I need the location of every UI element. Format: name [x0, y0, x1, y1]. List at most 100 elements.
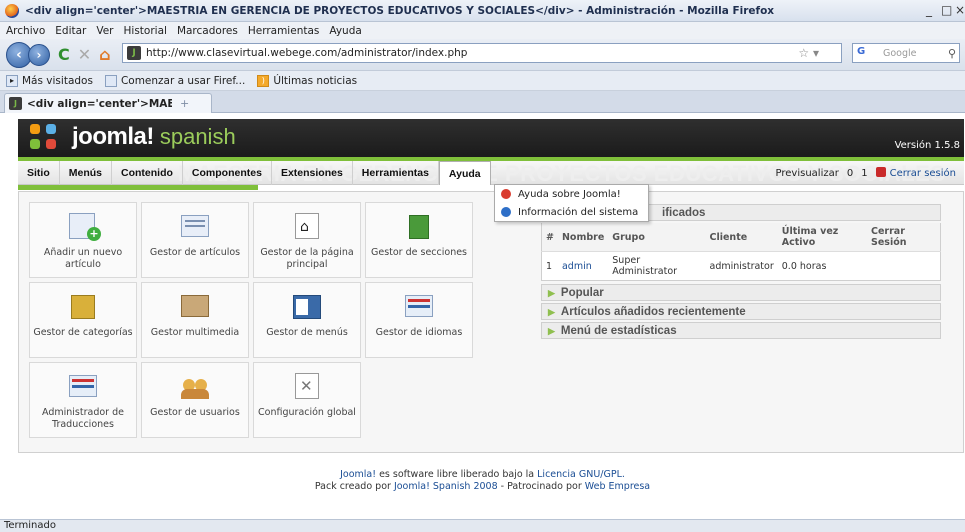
menus-icon	[287, 291, 327, 323]
categories-icon	[63, 291, 103, 323]
admin-menu-herramientas[interactable]: Herramientas	[353, 160, 439, 185]
cpanel-label: Gestor de usuarios	[150, 407, 240, 418]
cell-last: 0.0 horas	[781, 260, 827, 272]
col-cliente: Cliente	[705, 223, 778, 252]
admin-menu-ayuda[interactable]: Ayuda	[438, 160, 491, 185]
menu-ayuda[interactable]: Ayuda	[329, 25, 361, 37]
cpanel-media[interactable]: Gestor multimedia	[141, 282, 249, 358]
window-titlebar: <div align='center'>MAESTRIA EN GERENCIA…	[0, 0, 965, 22]
home-button[interactable]: ⌂	[99, 45, 110, 64]
cpanel-label: Gestor de idiomas	[375, 327, 463, 338]
cpanel-languages[interactable]: Gestor de idiomas	[365, 282, 473, 358]
joomla-link[interactable]: Joomla!	[340, 469, 376, 480]
menu-editar[interactable]: Editar	[55, 25, 86, 37]
admin-menu-componentes[interactable]: Componentes	[183, 160, 272, 185]
cpanel-label: Gestor de artículos	[149, 247, 241, 258]
reload-button[interactable]: C	[58, 45, 70, 64]
page-viewport: joomla! spanish Versión 1.5.8 MAESTRIA E…	[0, 113, 965, 519]
dropdown-label: Información del sistema	[518, 206, 639, 218]
joomla-spanish-link[interactable]: Joomla! Spanish 2008	[394, 481, 498, 492]
search-box[interactable]: G Google ⚲	[852, 43, 960, 63]
cpanel-translations[interactable]: Administrador de Traducciones	[29, 362, 137, 438]
menu-archivo[interactable]: Archivo	[6, 25, 45, 37]
search-placeholder[interactable]: Google	[883, 48, 917, 59]
maximize-button[interactable]: □	[941, 3, 952, 17]
minimize-button[interactable]: _	[926, 3, 932, 17]
cpanel-area: + Añadir un nuevo artículo Gestor de art…	[18, 191, 964, 453]
navigation-toolbar: ‹ › C ✕ ⌂ J http://www.clasevirtual.webe…	[0, 39, 965, 71]
license-link[interactable]: Licencia GNU/GPL.	[537, 469, 625, 480]
table-header-row: # Nombre Grupo Cliente Última vez Activo…	[541, 223, 941, 252]
module-title: Popular	[560, 287, 604, 299]
new-tab-icon[interactable]: +	[180, 97, 189, 110]
cpanel-frontpage[interactable]: ⌂ Gestor de la página principal	[253, 202, 361, 278]
help-icon	[501, 189, 511, 199]
cpanel-label: Gestor de secciones	[370, 247, 468, 258]
tab-bar: J <div align='center'>MAESTRIA EN G... +	[0, 91, 965, 113]
cpanel-menus[interactable]: Gestor de menús	[253, 282, 361, 358]
close-window-button[interactable]: ×	[955, 3, 965, 17]
menu-marcadores[interactable]: Marcadores	[177, 25, 238, 37]
menu-historial[interactable]: Historial	[124, 25, 167, 37]
web-empresa-link[interactable]: Web Empresa	[585, 481, 650, 492]
help-item-sysinfo[interactable]: Información del sistema	[495, 203, 648, 221]
cpanel-users[interactable]: Gestor de usuarios	[141, 362, 249, 438]
search-icon[interactable]: ⚲	[948, 47, 956, 60]
module-popular[interactable]: ▶ Popular	[541, 284, 941, 301]
cell-num: 1	[546, 260, 553, 272]
logout-link[interactable]: Cerrar sesión	[876, 167, 956, 179]
cpanel-categories[interactable]: Gestor de categorías	[29, 282, 137, 358]
col-ultima: Última vez Activo	[777, 223, 868, 252]
config-icon: ✕	[287, 371, 327, 403]
module-recent-articles[interactable]: ▶ Artículos añadidos recientemente	[541, 303, 941, 320]
google-icon[interactable]: G	[857, 46, 879, 60]
admin-menu-contenido[interactable]: Contenido	[112, 160, 183, 185]
forward-button[interactable]: ›	[28, 43, 50, 66]
media-icon	[175, 291, 215, 323]
url-bar[interactable]: J http://www.clasevirtual.webege.com/adm…	[122, 43, 842, 63]
cpanel-config[interactable]: ✕ Configuración global	[253, 362, 361, 438]
col-num: #	[541, 223, 558, 252]
tab-label: <div align='center'>MAESTRIA EN G...	[27, 97, 172, 110]
browser-tab[interactable]: J <div align='center'>MAESTRIA EN G... +	[4, 93, 212, 113]
users-online-count: 1	[861, 167, 868, 179]
logged-users-table: # Nombre Grupo Cliente Última vez Activo…	[541, 223, 941, 281]
expand-arrow-icon: ▶	[548, 307, 555, 317]
url-text[interactable]: http://www.clasevirtual.webege.com/admin…	[146, 47, 467, 59]
menu-ver[interactable]: Ver	[96, 25, 113, 37]
menu-herramientas[interactable]: Herramientas	[248, 25, 320, 37]
module-stats-menu[interactable]: ▶ Menú de estadísticas	[541, 322, 941, 339]
cell-logout[interactable]	[867, 252, 940, 281]
stop-button[interactable]: ✕	[78, 45, 91, 64]
version-label: Versión 1.5.8	[894, 140, 960, 151]
col-grupo: Grupo	[608, 223, 706, 252]
site-favicon: J	[127, 46, 141, 60]
cpanel-sections[interactable]: Gestor de secciones	[365, 202, 473, 278]
footer-text: es software libre liberado bajo la	[376, 469, 538, 480]
cpanel-articles[interactable]: Gestor de artículos	[141, 202, 249, 278]
preview-link[interactable]: Previsualizar	[776, 168, 839, 179]
module-title: Menú de estadísticas	[560, 325, 677, 337]
cpanel-label: Añadir un nuevo artículo	[43, 247, 123, 270]
cell-user-link[interactable]: admin	[558, 252, 608, 281]
folder-icon: ▸	[6, 74, 18, 87]
cpanel-label: Gestor de categorías	[33, 327, 133, 338]
bookmark-comenzar[interactable]: Comenzar a usar Firef...	[104, 74, 245, 87]
admin-menu-menus[interactable]: Menús	[60, 160, 113, 185]
footer-line-1: Joomla! es software libre liberado bajo …	[0, 469, 965, 481]
bookmark-ultimas-noticias[interactable]: ) Últimas noticias	[257, 74, 357, 87]
page-icon	[104, 74, 117, 87]
joomla-logo-sub: spanish	[159, 124, 236, 149]
cpanel-add-article[interactable]: + Añadir un nuevo artículo	[29, 202, 137, 278]
joomla-logo-text: joomla!	[72, 123, 154, 150]
help-item-joomla[interactable]: Ayuda sobre Joomla!	[495, 185, 648, 203]
admin-menu-sitio[interactable]: Sitio	[18, 160, 60, 185]
admin-menu-extensiones[interactable]: Extensiones	[272, 160, 353, 185]
messages-count[interactable]: 0	[847, 168, 853, 179]
expand-arrow-icon: ▶	[548, 288, 555, 298]
bookmark-star-icon[interactable]: ☆ ▾	[798, 46, 819, 60]
bookmark-mas-visitados[interactable]: ▸ Más visitados	[6, 74, 93, 87]
joomla-header: joomla! spanish Versión 1.5.8	[18, 119, 964, 157]
cell-client: administrator	[709, 260, 774, 272]
frontpage-icon: ⌂	[287, 211, 327, 243]
